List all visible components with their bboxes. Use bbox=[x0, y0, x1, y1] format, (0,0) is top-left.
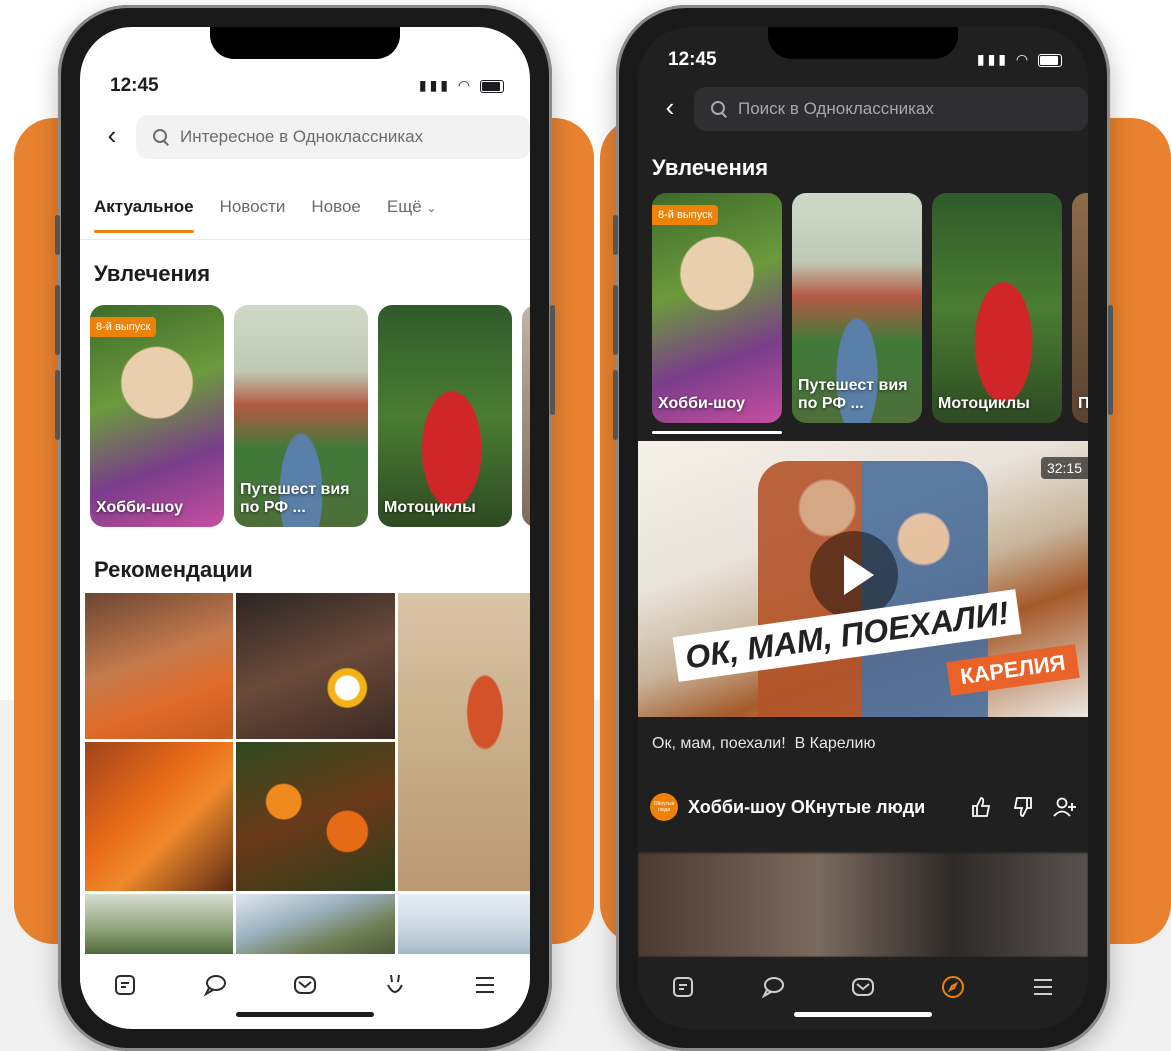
card-partial[interactable]: П bbox=[1072, 193, 1088, 423]
feed-icon[interactable] bbox=[663, 967, 703, 1007]
wifi-icon: ◠ bbox=[1015, 51, 1032, 67]
card-motorcycles[interactable]: Мотоциклы bbox=[378, 305, 512, 527]
notch bbox=[210, 27, 400, 59]
video-duration: 32:15 bbox=[1040, 457, 1088, 479]
issue-badge: 8-й выпуск bbox=[90, 317, 157, 337]
photo-tile[interactable] bbox=[236, 894, 395, 954]
wifi-icon: ◠ bbox=[457, 77, 474, 93]
search-input[interactable]: Поиск в Одноклассниках bbox=[694, 87, 1088, 131]
card-hobby-show[interactable]: 8-й выпуск Хобби-шоу bbox=[90, 305, 224, 527]
photo-tile[interactable] bbox=[236, 742, 395, 891]
photo-tile[interactable] bbox=[85, 593, 233, 739]
bottom-nav bbox=[80, 955, 530, 1015]
phone-light: 12:45 ▮▮▮ ◠ ‹ Интересное в Одноклассника… bbox=[55, 5, 555, 1051]
back-icon[interactable]: ‹ bbox=[100, 121, 124, 149]
tab-new[interactable]: Новое bbox=[311, 197, 360, 217]
section-title-hobbies: Увлечения bbox=[652, 155, 769, 180]
phone-dark: 12:45 ▮▮▮ ◠ ‹ Поиск в Одноклассниках Увл… bbox=[613, 5, 1113, 1051]
notch bbox=[768, 27, 958, 59]
feed-icon[interactable] bbox=[105, 965, 145, 1005]
menu-icon[interactable] bbox=[465, 965, 505, 1005]
channel-name[interactable]: Хобби-шоу ОКнутые люди bbox=[688, 797, 925, 818]
section-title-hobbies: Увлечения bbox=[94, 261, 211, 286]
search-placeholder: Интересное в Одноклассниках bbox=[180, 127, 424, 146]
photo-tile[interactable] bbox=[398, 593, 530, 891]
like-icon[interactable] bbox=[966, 792, 996, 822]
hobby-cards: 8-й выпуск Хобби-шоу Путешест вия по РФ … bbox=[90, 305, 530, 527]
status-icons: ▮▮▮ ◠ bbox=[977, 51, 1062, 68]
tab-actual[interactable]: Актуальное bbox=[94, 197, 194, 233]
channel-row: ОКнутые люди Хобби-шоу ОКнутые люди bbox=[650, 787, 1088, 827]
play-icon[interactable] bbox=[810, 531, 898, 619]
search-icon bbox=[152, 128, 170, 146]
card-label: П bbox=[1078, 395, 1088, 412]
battery-icon bbox=[480, 79, 504, 93]
photo-tile[interactable] bbox=[236, 593, 395, 739]
video-caption: Ок, мам, поехали! В Карелию bbox=[652, 735, 876, 752]
card-label: Мотоциклы bbox=[384, 499, 476, 516]
card-label: Хобби-шоу bbox=[96, 499, 183, 516]
search-row: ‹ Интересное в Одноклассниках bbox=[90, 115, 530, 159]
photo-tile[interactable] bbox=[85, 742, 233, 891]
tab-more[interactable]: Ещё ⌄ bbox=[387, 197, 437, 217]
hobby-cards: 8-й выпуск Хобби-шоу Путешест вия по РФ … bbox=[652, 193, 1088, 423]
mail-icon[interactable] bbox=[843, 967, 883, 1007]
screen-dark: 12:45 ▮▮▮ ◠ ‹ Поиск в Одноклассниках Увл… bbox=[638, 27, 1088, 1029]
section-title-recommendations: Рекомендации bbox=[94, 557, 253, 582]
signal-icon: ▮▮▮ bbox=[418, 77, 451, 93]
signal-icon: ▮▮▮ bbox=[976, 51, 1009, 67]
status-icons: ▮▮▮ ◠ bbox=[419, 77, 504, 94]
card-travel-russia[interactable]: Путешест вия по РФ ... bbox=[792, 193, 922, 423]
chat-icon[interactable] bbox=[753, 967, 793, 1007]
issue-badge: 8-й выпуск bbox=[652, 205, 719, 225]
dislike-icon[interactable] bbox=[1008, 792, 1038, 822]
tab-bar: Актуальное Новости Новое Ещё ⌄ bbox=[94, 197, 437, 233]
photo-tile[interactable] bbox=[398, 894, 530, 954]
tab-divider bbox=[80, 239, 530, 240]
channel-avatar[interactable]: ОКнутые люди bbox=[650, 793, 678, 821]
card-label: Путешест вия по РФ ... bbox=[240, 481, 350, 516]
search-row: ‹ Поиск в Одноклассниках bbox=[648, 87, 1088, 131]
video-player[interactable]: 32:15 ОК, МАМ, ПОЕХАЛИ! КАРЕЛИЯ bbox=[638, 441, 1088, 717]
home-indicator bbox=[236, 1012, 374, 1017]
mail-icon[interactable] bbox=[285, 965, 325, 1005]
card-label: Мотоциклы bbox=[938, 395, 1030, 412]
search-icon bbox=[710, 100, 728, 118]
add-friend-icon[interactable] bbox=[1050, 792, 1080, 822]
card-label: Хобби-шоу bbox=[658, 395, 745, 412]
photo-tile[interactable] bbox=[85, 894, 233, 954]
search-placeholder: Поиск в Одноклассниках bbox=[738, 99, 934, 118]
recommendations-grid bbox=[85, 593, 530, 954]
chat-icon[interactable] bbox=[195, 965, 235, 1005]
screen-light: 12:45 ▮▮▮ ◠ ‹ Интересное в Одноклассника… bbox=[80, 27, 530, 1029]
card-hobby-show[interactable]: 8-й выпуск Хобби-шоу bbox=[652, 193, 782, 423]
bunny-icon[interactable] bbox=[375, 965, 415, 1005]
card-progress-indicator bbox=[652, 431, 782, 434]
next-video-preview[interactable] bbox=[638, 853, 1088, 957]
home-indicator bbox=[794, 1012, 932, 1017]
card-motorcycles[interactable]: Мотоциклы bbox=[932, 193, 1062, 423]
compass-icon[interactable] bbox=[933, 967, 973, 1007]
card-label: Путешест вия по РФ ... bbox=[798, 377, 908, 412]
status-time: 12:45 bbox=[110, 75, 159, 96]
search-input[interactable]: Интересное в Одноклассниках bbox=[136, 115, 530, 159]
back-icon[interactable]: ‹ bbox=[658, 93, 682, 121]
card-travel-russia[interactable]: Путешест вия по РФ ... bbox=[234, 305, 368, 527]
battery-icon bbox=[1038, 53, 1062, 67]
card-partial[interactable] bbox=[522, 305, 530, 527]
bottom-nav bbox=[638, 957, 1088, 1017]
menu-icon[interactable] bbox=[1023, 967, 1063, 1007]
chevron-down-icon: ⌄ bbox=[426, 201, 437, 215]
tab-news[interactable]: Новости bbox=[220, 197, 286, 217]
status-time: 12:45 bbox=[668, 49, 717, 70]
